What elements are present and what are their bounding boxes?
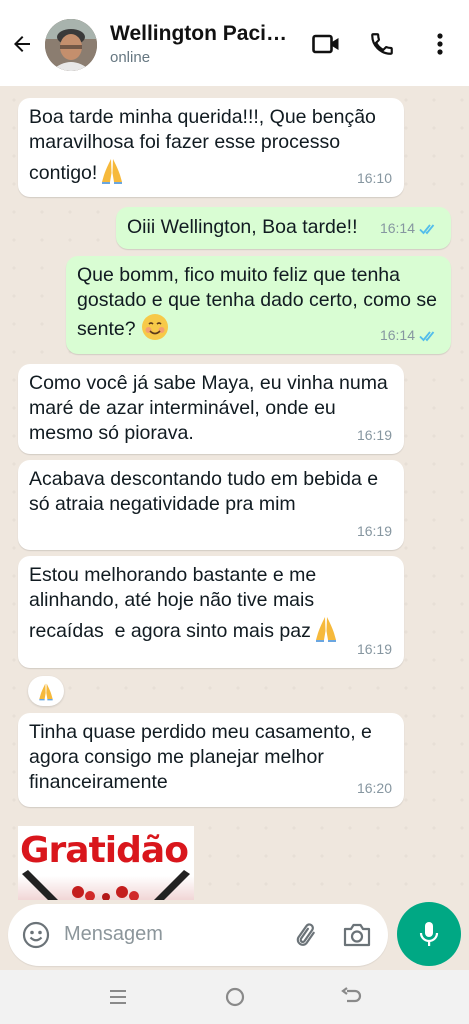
message-input[interactable]: Mensagem bbox=[8, 904, 388, 966]
home-icon[interactable] bbox=[221, 984, 249, 1010]
folded-hands-emoji-icon bbox=[102, 159, 123, 184]
folded-hands-emoji-icon bbox=[315, 617, 336, 642]
emoji-icon[interactable] bbox=[22, 921, 50, 949]
chat-header: Wellington Paci… online bbox=[0, 0, 469, 86]
incoming-message[interactable]: Estou melhorando bastante e me alinhando… bbox=[18, 556, 404, 668]
message-time: 16:10 bbox=[356, 170, 392, 186]
message-time: 16:14 bbox=[379, 327, 415, 343]
more-options-icon[interactable] bbox=[424, 28, 456, 60]
image-message[interactable]: Gratidão bbox=[18, 826, 194, 900]
back-arrow-icon[interactable] bbox=[8, 28, 36, 60]
folded-hands-reaction-icon bbox=[39, 683, 53, 701]
contact-status: online bbox=[110, 49, 151, 66]
camera-icon[interactable] bbox=[342, 921, 372, 949]
attach-icon[interactable] bbox=[292, 920, 322, 950]
back-icon[interactable] bbox=[338, 984, 366, 1010]
message-time: 16:14 bbox=[379, 220, 415, 236]
message-text: Estou melhorando bastante e me alinhando… bbox=[29, 564, 322, 642]
message-time: 16:19 bbox=[356, 641, 392, 657]
contact-name: Wellington Paci… bbox=[110, 22, 287, 45]
image-decoration bbox=[18, 870, 194, 900]
outgoing-message[interactable]: Que bomm, fico muito feliz que tenha gos… bbox=[66, 256, 451, 354]
message-text: Boa tarde minha querida!!!, Que benção m… bbox=[29, 106, 382, 184]
incoming-message[interactable]: Boa tarde minha querida!!!, Que benção m… bbox=[18, 98, 404, 197]
message-text: Acabava descontando tudo em bebida e só … bbox=[29, 468, 384, 515]
message-text: Oiii Wellington, Boa tarde!! bbox=[127, 216, 358, 238]
smiling-face-emoji-icon bbox=[141, 314, 168, 340]
message-text: Como você já sabe Maya, eu vinha numa ma… bbox=[29, 372, 394, 444]
composer-bar: Mensagem bbox=[0, 900, 469, 970]
contact-info[interactable]: Wellington Paci… online bbox=[110, 22, 290, 66]
incoming-message[interactable]: Como você já sabe Maya, eu vinha numa ma… bbox=[18, 364, 404, 454]
phone-icon[interactable] bbox=[366, 28, 398, 60]
read-ticks-icon bbox=[419, 330, 435, 341]
read-ticks-icon bbox=[419, 223, 435, 234]
avatar[interactable] bbox=[45, 19, 97, 71]
message-input-placeholder: Mensagem bbox=[64, 923, 163, 945]
message-text: Tinha quase perdido meu casamento, e ago… bbox=[29, 721, 378, 793]
incoming-message[interactable]: Acabava descontando tudo em bebida e só … bbox=[18, 460, 404, 550]
recents-icon[interactable] bbox=[104, 984, 132, 1010]
image-message-text: Gratidão bbox=[20, 830, 189, 871]
microphone-button[interactable] bbox=[397, 902, 461, 966]
message-time: 16:20 bbox=[356, 780, 392, 796]
message-list[interactable]: Boa tarde minha querida!!!, Que benção m… bbox=[0, 86, 469, 900]
microphone-icon bbox=[419, 922, 439, 946]
message-reaction[interactable] bbox=[28, 676, 64, 706]
video-call-icon[interactable] bbox=[310, 28, 342, 60]
system-nav-bar bbox=[0, 970, 469, 1024]
outgoing-message[interactable]: Oiii Wellington, Boa tarde!! 16:14 bbox=[116, 207, 451, 249]
incoming-message[interactable]: Tinha quase perdido meu casamento, e ago… bbox=[18, 713, 404, 807]
message-time: 16:19 bbox=[356, 427, 392, 443]
message-time: 16:19 bbox=[356, 523, 392, 539]
